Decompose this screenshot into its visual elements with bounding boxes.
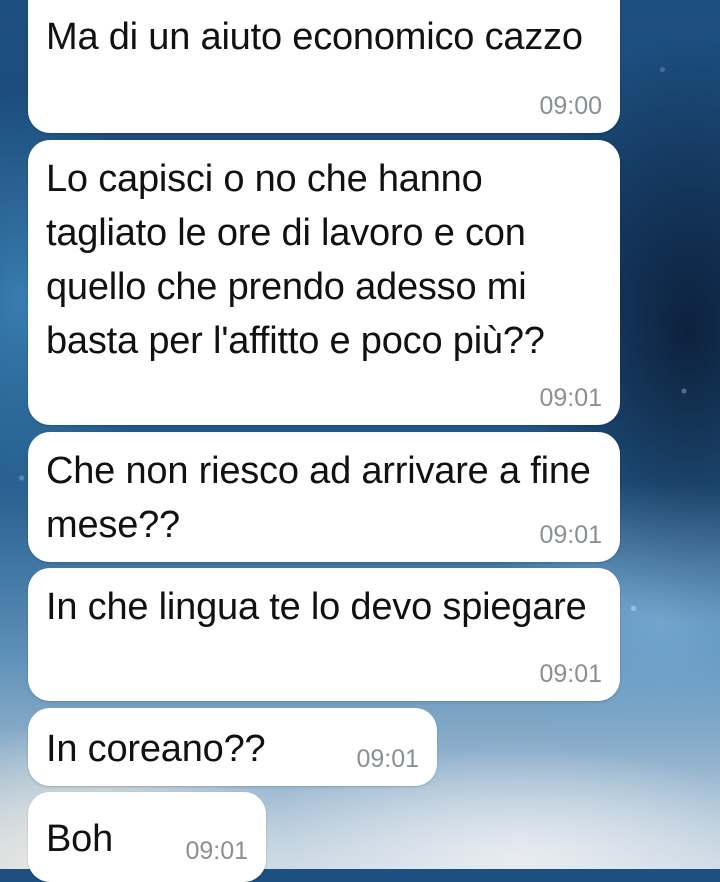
message-text: Che non riesco ad arrivare a fine mese?? <box>46 450 591 546</box>
message-bubble[interactable]: In coreano?? 09:01 <box>28 708 437 786</box>
message-text: In che lingua te lo devo spiegare <box>46 586 587 628</box>
message-bubble[interactable]: In che lingua te lo devo spiegare 09:01 <box>28 568 620 701</box>
message-timestamp: 09:01 <box>539 660 602 688</box>
message-timestamp: 09:00 <box>539 92 602 120</box>
message-bubble[interactable]: Ma di un aiuto economico cazzo 09:00 <box>28 0 620 133</box>
message-bubble[interactable]: Che non riesco ad arrivare a fine mese??… <box>28 432 620 562</box>
message-timestamp: 09:01 <box>539 521 602 549</box>
message-list[interactable]: Ma di un aiuto economico cazzo 09:00 Lo … <box>0 0 720 882</box>
message-timestamp: 09:01 <box>356 745 419 773</box>
message-timestamp: 09:01 <box>539 384 602 412</box>
message-bubble[interactable]: Lo capisci o no che hanno tagliato le or… <box>28 140 620 425</box>
message-text: Lo capisci o no che hanno tagliato le or… <box>46 158 545 362</box>
message-text: Ma di un aiuto economico cazzo <box>46 16 583 58</box>
message-timestamp: 09:01 <box>185 837 248 865</box>
